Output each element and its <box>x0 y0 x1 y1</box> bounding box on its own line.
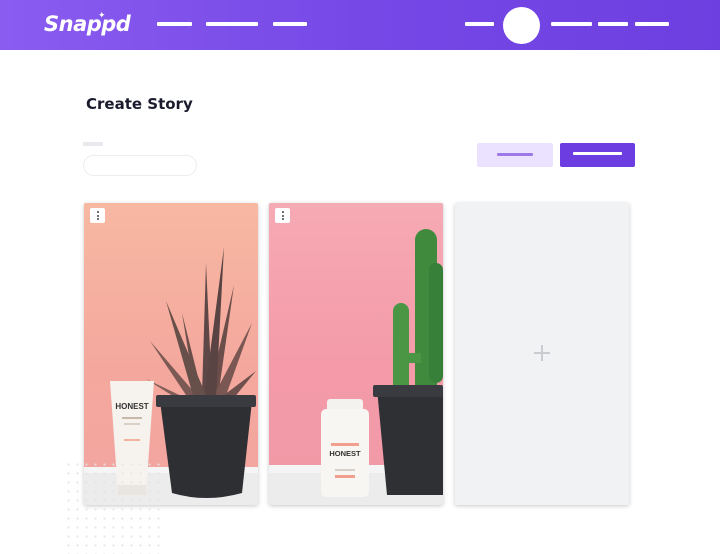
primary-button-label <box>573 152 622 155</box>
secondary-action-button[interactable] <box>477 143 553 167</box>
primary-action-button[interactable] <box>560 143 635 167</box>
nav-link-right-2[interactable] <box>551 22 592 26</box>
nav-link-1[interactable] <box>157 22 192 26</box>
top-nav-bar: Snappd ✦ <box>0 0 720 50</box>
plus-icon <box>534 345 550 361</box>
product-brand-label-2: HONEST <box>329 449 361 458</box>
nav-link-2[interactable] <box>206 22 258 26</box>
page-title: Create Story <box>86 95 193 113</box>
logo-spark-icon: ✦ <box>98 10 106 20</box>
logo-text: Snappd <box>44 12 131 36</box>
more-vertical-icon[interactable] <box>275 208 290 223</box>
add-story-card[interactable] <box>455 203 629 505</box>
product-brand-label-1: HONEST <box>115 402 148 411</box>
decorative-dot-pattern <box>64 460 164 554</box>
nav-link-right-3[interactable] <box>598 22 628 26</box>
snappd-logo[interactable]: Snappd <box>44 12 131 36</box>
nav-link-right-4[interactable] <box>635 22 669 26</box>
page: Snappd ✦ Create Story HONEST HONEST <box>0 0 720 554</box>
nav-link-right-1[interactable] <box>465 22 494 26</box>
secondary-button-label <box>497 153 533 156</box>
more-vertical-icon[interactable] <box>90 208 105 223</box>
nav-link-3[interactable] <box>273 22 307 26</box>
story-name-label <box>83 142 103 146</box>
story-name-input[interactable] <box>83 155 197 176</box>
story-card-2-image: HONEST <box>269 229 443 505</box>
story-card-2[interactable]: HONEST <box>269 203 443 505</box>
user-avatar[interactable] <box>503 7 540 44</box>
